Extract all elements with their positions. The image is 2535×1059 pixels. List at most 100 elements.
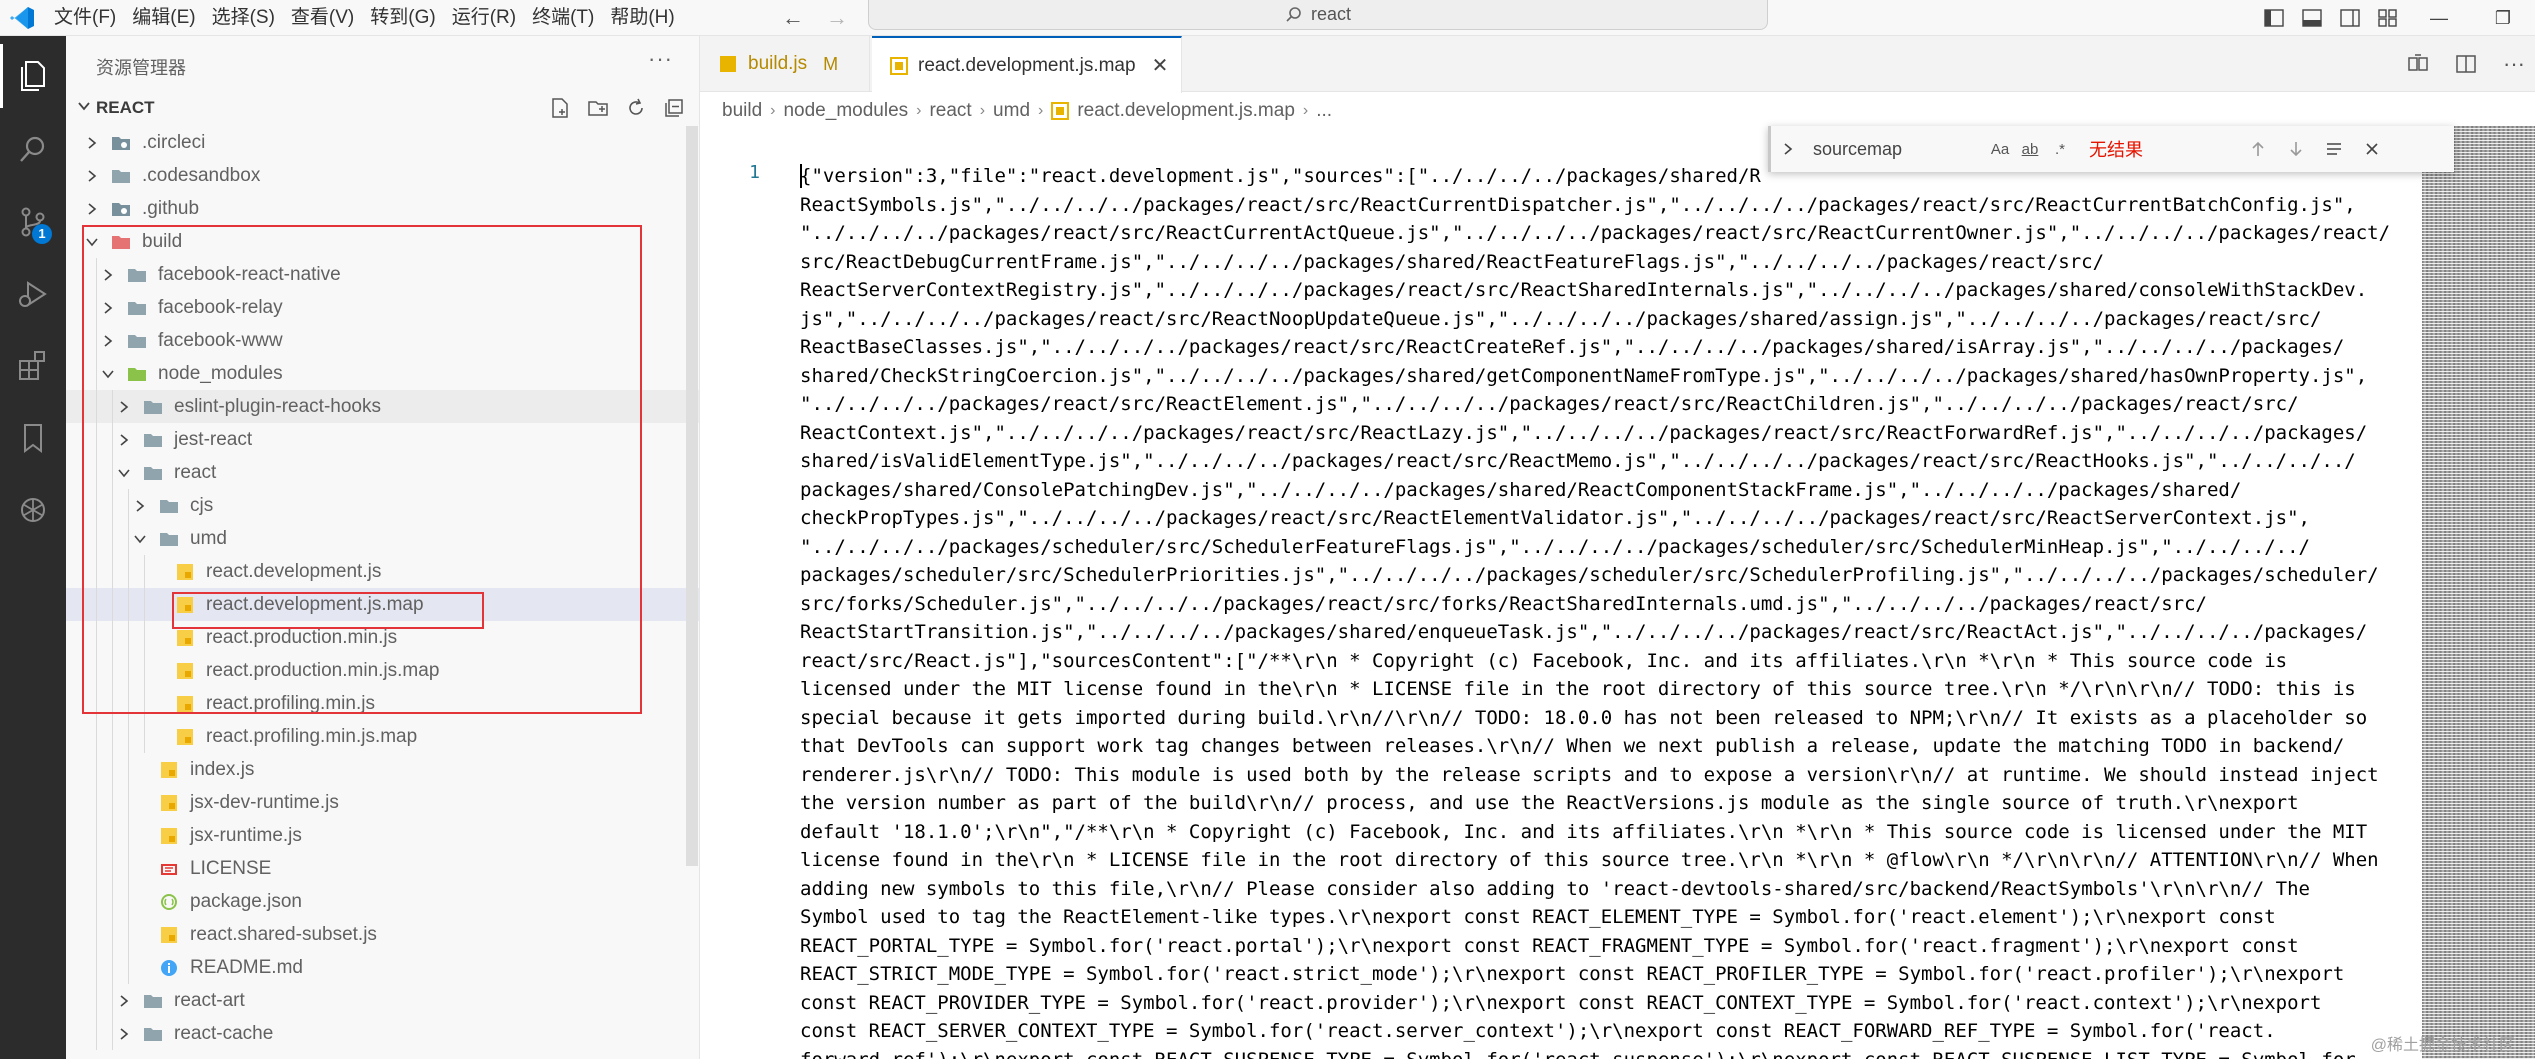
code-line: src/forks/Scheduler.js","../../../../pac… [800, 592, 2207, 615]
explorer-icon[interactable] [0, 44, 66, 108]
tab-react-development-js-map[interactable]: react.development.js.map ✕ [872, 36, 1182, 93]
tree-item-label: react.profiling.min.js.map [206, 725, 418, 747]
tree-item[interactable]: jsx-dev-runtime.js [66, 786, 699, 819]
menu-edit[interactable]: 编辑(E) [124, 0, 203, 36]
menu-selection[interactable]: 选择(S) [204, 0, 283, 36]
new-file-icon[interactable] [548, 96, 572, 120]
find-input[interactable]: sourcemap [1813, 139, 1985, 160]
toggle-panel-icon[interactable] [2293, 0, 2331, 36]
find-in-selection-icon[interactable] [2315, 134, 2353, 164]
toggle-primary-sidebar-icon[interactable] [2255, 0, 2293, 36]
tree-item[interactable]: README.md [66, 951, 699, 984]
restore-icon[interactable]: ❐ [2471, 0, 2535, 36]
js-file-icon [158, 825, 180, 847]
menu-go[interactable]: 转到(G) [362, 0, 443, 36]
tree-item[interactable]: react-art [66, 984, 699, 1017]
search-icon[interactable] [0, 118, 66, 182]
indent-guide [112, 852, 113, 885]
tree-item[interactable]: index.js [66, 753, 699, 786]
close-icon[interactable] [2353, 134, 2391, 164]
indent-guide [96, 753, 97, 786]
bookmarks-icon[interactable] [0, 406, 66, 470]
source-control-icon[interactable]: 1 [0, 190, 66, 254]
tree-item-label: package.json [190, 890, 302, 912]
chevron-right-icon [114, 1024, 134, 1044]
tree-item[interactable]: react.profiling.min.js.map [66, 720, 699, 753]
match-whole-word-icon[interactable]: ab [2015, 141, 2045, 158]
collapse-all-icon[interactable] [662, 96, 686, 120]
tree-item-label: README.md [190, 956, 303, 978]
arrow-down-icon[interactable] [2277, 134, 2315, 164]
code-line: REACT_PORTAL_TYPE = Symbol.for('react.po… [800, 934, 2299, 957]
breadcrumb-item[interactable]: react.development.js.map [1077, 100, 1295, 122]
menu-run[interactable]: 运行(R) [444, 0, 524, 36]
workspace-header[interactable]: REACT [66, 90, 699, 126]
menu-view[interactable]: 查看(V) [283, 0, 362, 36]
tree-item[interactable]: LICENSE [66, 852, 699, 885]
toggle-secondary-sidebar-icon[interactable] [2331, 0, 2369, 36]
customize-layout-icon[interactable] [2369, 0, 2407, 36]
folder-icon [142, 990, 164, 1012]
tree-item[interactable]: .circleci [66, 126, 699, 159]
refresh-icon[interactable] [624, 96, 648, 120]
menu-help[interactable]: 帮助(H) [602, 0, 682, 36]
tab-build-js[interactable]: build.js M [700, 36, 870, 92]
indent-guide [96, 951, 97, 984]
extensions-icon[interactable] [0, 334, 66, 398]
indent-guide [96, 984, 97, 1017]
indent-guide [96, 885, 97, 918]
menu-terminal[interactable]: 终端(T) [524, 0, 602, 36]
breadcrumb-item[interactable]: node_modules [783, 100, 908, 122]
chevron-right-icon [82, 199, 102, 219]
match-case-icon[interactable]: Aa [1985, 141, 2015, 158]
forward-arrow-icon[interactable]: → [826, 5, 848, 31]
command-center[interactable]: react [868, 0, 1768, 30]
tree-item[interactable]: .github [66, 192, 699, 225]
breadcrumb-item[interactable]: react [929, 100, 971, 122]
indent-guide [112, 720, 113, 753]
more-actions-icon[interactable]: ··· [648, 46, 673, 72]
code-line: that DevTools can support work tag chang… [800, 735, 2345, 757]
back-arrow-icon[interactable]: ← [782, 5, 804, 31]
code-line: default '18.1.0';\r\n","/**\r\n * Copyri… [800, 820, 2368, 843]
use-regex-icon[interactable]: .* [2045, 141, 2075, 158]
breadcrumb-item[interactable]: build [722, 100, 762, 122]
breadcrumb-item[interactable]: ... [1316, 100, 1332, 122]
code-line: shared/isValidElementType.js","../../../… [800, 450, 2356, 472]
tree-item-label: jsx-dev-runtime.js [190, 791, 339, 813]
folder-icon [142, 1023, 164, 1045]
tree-item[interactable]: react.shared-subset.js [66, 918, 699, 951]
tree-item-label: react.shared-subset.js [190, 923, 377, 945]
indent-guide [128, 786, 129, 819]
menu-file[interactable]: 文件(F) [46, 0, 124, 36]
minimize-icon[interactable]: — [2407, 0, 2471, 36]
new-folder-icon[interactable] [586, 96, 610, 120]
arrow-up-icon[interactable] [2239, 134, 2277, 164]
code-line: Symbol used to tag the ReactElement-like… [800, 906, 2276, 928]
split-editor-icon[interactable] [2453, 51, 2479, 77]
tree-item-label: jsx-runtime.js [190, 824, 302, 846]
tree-item[interactable]: package.json [66, 885, 699, 918]
indent-guide [128, 819, 129, 852]
openai-icon[interactable] [0, 478, 66, 542]
close-icon[interactable]: ✕ [1152, 53, 1169, 78]
tree-item[interactable]: jsx-runtime.js [66, 819, 699, 852]
code-line: "../../../../packages/scheduler/src/Sche… [800, 535, 2310, 558]
indent-guide [112, 819, 113, 852]
more-actions-icon[interactable]: ··· [2501, 51, 2527, 77]
open-changes-icon[interactable] [2405, 51, 2431, 77]
breadcrumb-item[interactable]: umd [993, 100, 1030, 122]
indent-guide [112, 1017, 113, 1050]
chevron-right-icon [82, 133, 102, 153]
tree-item-label: .github [142, 197, 200, 219]
chevron-right-icon[interactable] [1777, 141, 1799, 157]
tree-item[interactable]: react-cache [66, 1017, 699, 1050]
code-line: licensed under the MIT license found in … [800, 678, 2356, 700]
tree-item[interactable]: .codesandbox [66, 159, 699, 192]
code-content[interactable]: {"version":3,"file":"react.development.j… [800, 162, 2508, 1059]
code-line: forward_ref');\r\nexport const REACT_SUS… [800, 1046, 2508, 1059]
sidebar-scrollbar[interactable] [686, 126, 698, 866]
run-debug-icon[interactable] [0, 262, 66, 326]
chevron-right-icon: › [1302, 102, 1309, 119]
minimap[interactable] [2422, 126, 2535, 1059]
